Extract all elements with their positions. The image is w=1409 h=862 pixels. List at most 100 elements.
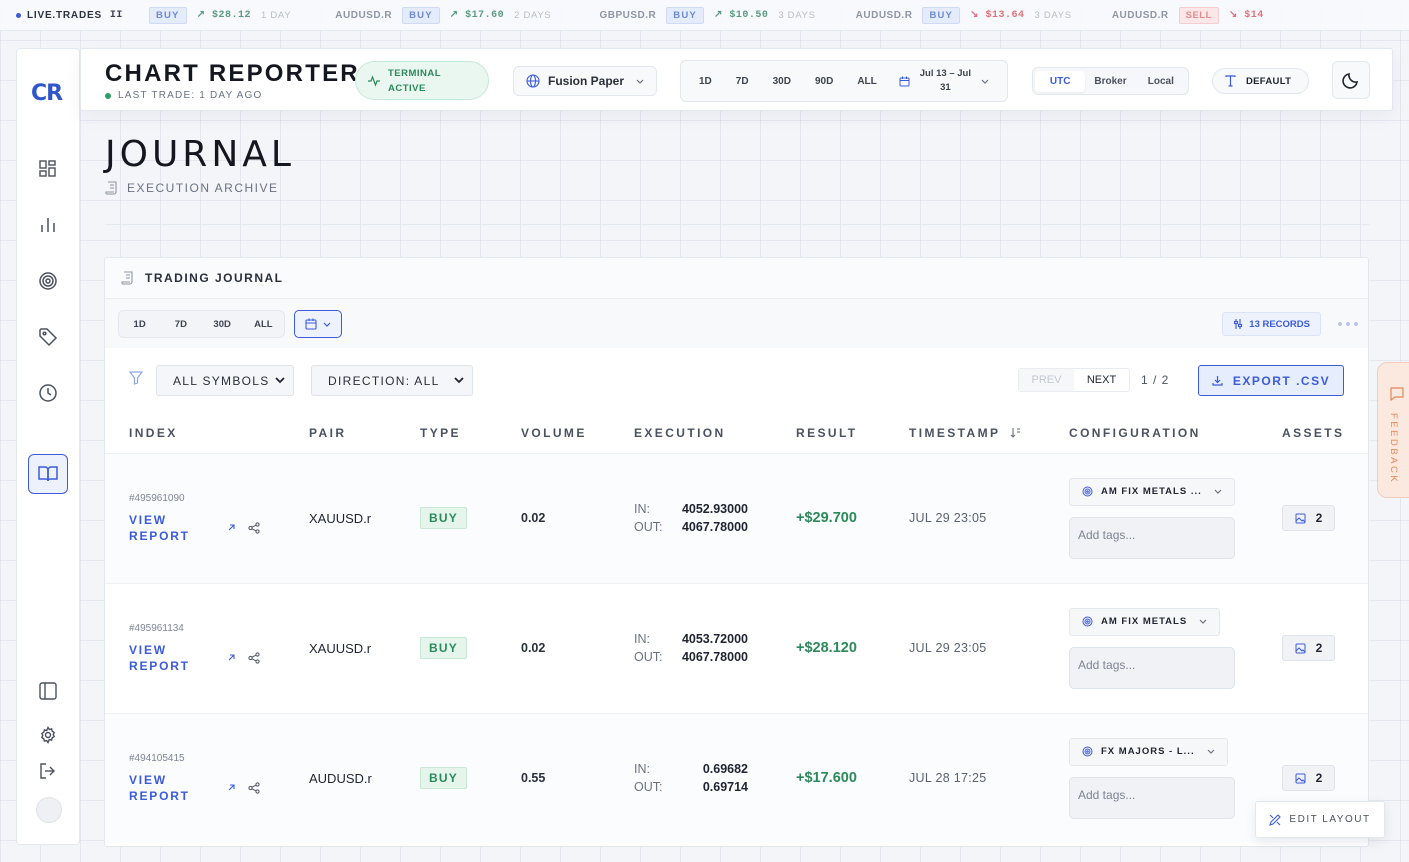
- ticker-item[interactable]: AUDUSD.R BUY ↗ $17.60 2 DAYS: [335, 6, 551, 24]
- target-icon: [1082, 746, 1093, 757]
- assets-button[interactable]: 2: [1282, 505, 1335, 531]
- column-header-index[interactable]: INDEX: [129, 413, 309, 453]
- table-row[interactable]: #495961090 VIEW REPORT XAUUSD.r BUY 0.02…: [105, 453, 1368, 583]
- tag-icon: [28, 317, 68, 357]
- dashboard-icon: [28, 149, 68, 189]
- quick-range-30d[interactable]: 30D: [202, 319, 243, 330]
- table-row[interactable]: #495961134 VIEW REPORT XAUUSD.r BUY 0.02…: [105, 583, 1368, 713]
- range-all[interactable]: ALL: [845, 76, 888, 87]
- next-page-button[interactable]: NEXT: [1074, 369, 1129, 391]
- table-row[interactable]: #494105415 VIEW REPORT AUDUSD.r BUY 0.55…: [105, 713, 1368, 843]
- range-30d[interactable]: 30D: [761, 76, 803, 87]
- external-link-icon[interactable]: [227, 653, 236, 662]
- column-header-type[interactable]: TYPE: [420, 413, 521, 453]
- card-toolbar: 1D 7D 30D ALL 13 RECORDS: [105, 299, 1368, 348]
- quick-range-all[interactable]: ALL: [243, 319, 284, 330]
- ticker-item[interactable]: GBPUSD.R BUY ↗ $10.50 3 DAYS: [599, 6, 815, 24]
- execution-cell: IN: 4053.72000 OUT: 4067.78000: [634, 583, 796, 713]
- last-trade-status: LAST TRADE: 1 DAY AGO: [105, 90, 360, 101]
- status-dot-icon: [105, 92, 111, 99]
- image-icon: [1295, 513, 1306, 523]
- strategy-selector[interactable]: AM FIX METALS ...: [1069, 477, 1235, 506]
- direction-filter-select[interactable]: DIRECTION: ALL: [311, 365, 473, 396]
- dark-mode-toggle[interactable]: [1332, 61, 1370, 99]
- sidebar-item-goals[interactable]: [17, 261, 79, 301]
- range-90d[interactable]: 90D: [803, 76, 845, 87]
- sidebar-item-analytics[interactable]: [17, 205, 79, 245]
- column-header-result[interactable]: RESULT: [796, 413, 909, 453]
- trade-id: #494105415: [129, 752, 185, 764]
- tags-input[interactable]: Add tags...: [1069, 516, 1235, 559]
- view-report-link[interactable]: VIEW REPORT: [129, 642, 227, 674]
- share-icon[interactable]: [248, 782, 260, 794]
- arrow-up-right-icon: ↗: [196, 10, 206, 21]
- brand: CHART REPORTER LAST TRADE: 1 DAY AGO: [105, 60, 360, 101]
- ticker-item[interactable]: AUDUSD.R BUY ↘ $13.64 3 DAYS: [856, 6, 1072, 24]
- index-cell: #495961090 VIEW REPORT: [129, 453, 309, 583]
- tags-input[interactable]: Add tags...: [1069, 776, 1235, 819]
- font-theme-button[interactable]: DEFAULT: [1212, 68, 1309, 94]
- target-icon: [28, 261, 68, 301]
- quick-range-7d[interactable]: 7D: [160, 319, 201, 330]
- sidebar-collapse-button[interactable]: [17, 671, 79, 711]
- assets-button[interactable]: 2: [1282, 635, 1335, 661]
- sidebar-item-history[interactable]: [17, 373, 79, 413]
- assets-button[interactable]: 2: [1282, 765, 1335, 792]
- column-header-timestamp[interactable]: TIMESTAMP: [909, 413, 1069, 453]
- pair-cell: AUDUSD.r: [309, 770, 372, 786]
- image-icon: [1295, 773, 1306, 784]
- account-selector[interactable]: Fusion Paper: [513, 66, 657, 96]
- direction-badge: BUY: [420, 637, 467, 659]
- filter-bar: ALL SYMBOLS DIRECTION: ALL PREV NEXT 1 /…: [105, 348, 1368, 413]
- symbol-filter-select[interactable]: ALL SYMBOLS: [156, 365, 294, 396]
- entry-label: IN:: [634, 502, 650, 516]
- direction-badge: BUY: [420, 767, 467, 790]
- trade-id: #495961090: [129, 492, 185, 504]
- external-link-icon[interactable]: [227, 783, 236, 792]
- column-header-pair[interactable]: PAIR: [309, 413, 420, 453]
- tz-utc[interactable]: UTC: [1035, 70, 1086, 92]
- view-report-link[interactable]: VIEW REPORT: [129, 772, 227, 804]
- more-options-button[interactable]: [1338, 322, 1358, 326]
- ticker-item[interactable]: BUY ↗ $28.12 1 DAY: [148, 6, 291, 24]
- prev-page-button[interactable]: PREV: [1019, 369, 1074, 391]
- range-7d[interactable]: 7D: [724, 76, 761, 87]
- share-icon[interactable]: [248, 521, 260, 534]
- strategy-selector[interactable]: FX MAJORS - L...: [1069, 737, 1228, 766]
- quick-range-1d[interactable]: 1D: [119, 319, 160, 330]
- type-cell: BUY: [420, 583, 521, 713]
- view-report-link[interactable]: VIEW REPORT: [129, 512, 227, 544]
- sidebar-item-settings[interactable]: [17, 715, 79, 755]
- calendar-picker-button[interactable]: [294, 310, 342, 338]
- export-csv-button[interactable]: EXPORT .CSV: [1198, 365, 1344, 396]
- tz-broker[interactable]: Broker: [1085, 71, 1135, 92]
- avatar[interactable]: [36, 797, 62, 823]
- share-icon[interactable]: [248, 651, 260, 664]
- ticker-item[interactable]: AUDUSD.R SELL ↘ $14: [1112, 6, 1264, 24]
- sidebar-item-dashboard[interactable]: [17, 149, 79, 189]
- column-header-volume[interactable]: VOLUME: [521, 413, 634, 453]
- external-link-icon[interactable]: [227, 523, 236, 532]
- chevron-down-icon: [981, 79, 989, 84]
- tz-local[interactable]: Local: [1136, 71, 1186, 92]
- sidebar-logout-button[interactable]: [17, 751, 79, 791]
- sidebar-item-tags[interactable]: [17, 317, 79, 357]
- feedback-tab[interactable]: FEEDBACK: [1377, 362, 1409, 498]
- date-range-picker[interactable]: Jul 13 – Jul 31: [899, 67, 989, 95]
- range-1d[interactable]: 1D: [687, 76, 724, 87]
- strategy-selector[interactable]: AM FIX METALS: [1069, 607, 1221, 636]
- column-header-execution[interactable]: EXECUTION: [634, 413, 796, 453]
- index-cell: #494105415 VIEW REPORT: [129, 713, 309, 843]
- terminal-status-badge[interactable]: TERMINAL ACTIVE: [355, 61, 489, 100]
- edit-layout-button[interactable]: EDIT LAYOUT: [1255, 801, 1385, 838]
- app-logo[interactable]: CR: [31, 81, 63, 106]
- column-header-configuration[interactable]: CONFIGURATION: [1069, 413, 1282, 453]
- range-selector: 1D 7D 30D 90D ALL Jul 13 – Jul 31: [680, 60, 1008, 102]
- column-header-assets[interactable]: ASSETS: [1282, 413, 1368, 453]
- ticker-pause-button[interactable]: II: [110, 10, 123, 21]
- tags-input[interactable]: Add tags...: [1069, 646, 1235, 689]
- records-count-badge[interactable]: 13 RECORDS: [1222, 312, 1321, 336]
- sidebar-item-journal[interactable]: [17, 454, 79, 494]
- type-cell: BUY: [420, 713, 521, 843]
- dot-icon: [1338, 322, 1342, 326]
